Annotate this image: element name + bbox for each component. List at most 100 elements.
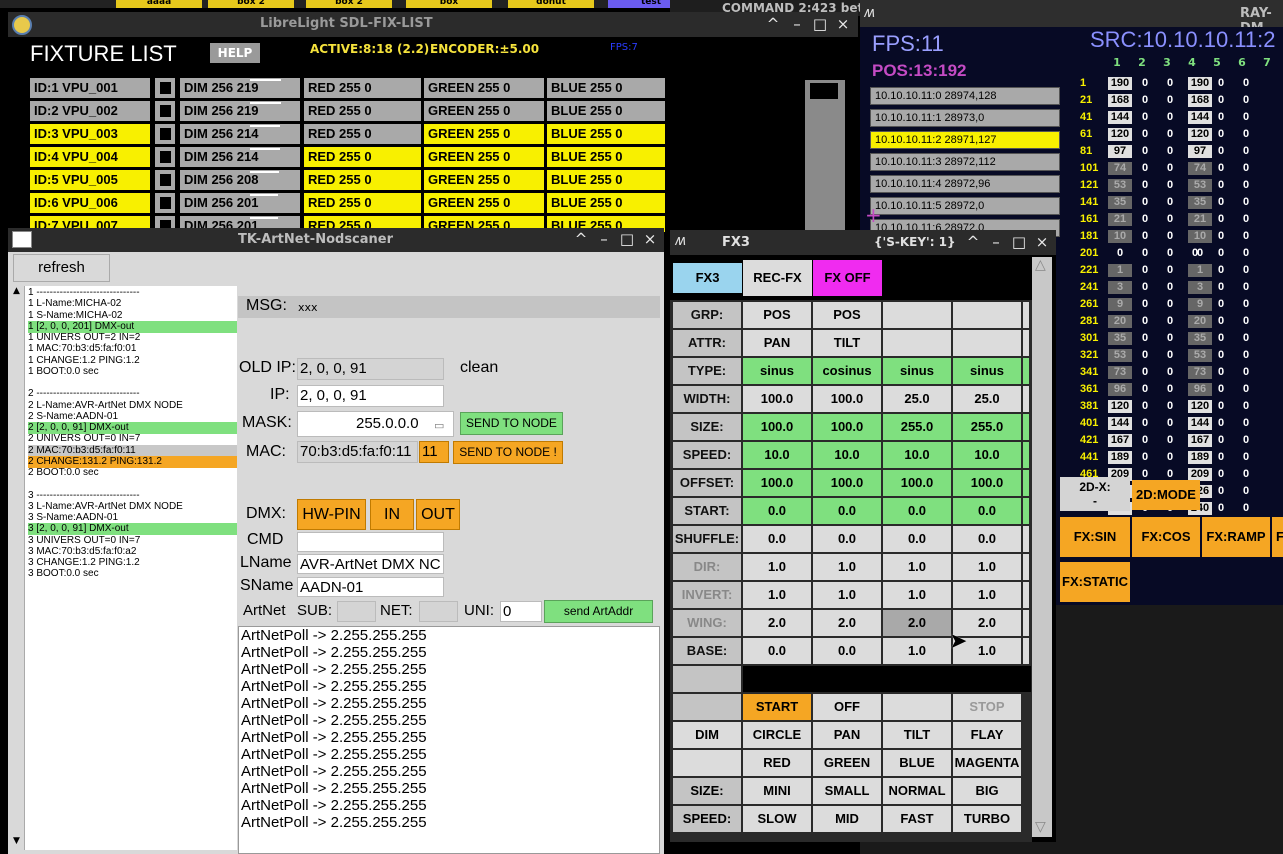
fx-param-cell[interactable]: 100.0: [743, 470, 811, 496]
lname-field[interactable]: AVR-ArtNet DMX NC: [297, 554, 444, 574]
collapse-button[interactable]: ^: [964, 232, 982, 252]
fx-param-cell[interactable]: 1.0: [813, 582, 881, 608]
node-item[interactable]: 10.10.10.11:2 28971,127: [870, 131, 1060, 149]
top-tab[interactable]: aaaa: [116, 0, 202, 8]
green-cell[interactable]: GREEN 255 0: [424, 124, 544, 144]
fx-param-cell[interactable]: 2.0: [743, 610, 811, 636]
dim-cell[interactable]: DIM 256 214: [180, 124, 300, 144]
fx-param-cell[interactable]: [883, 330, 951, 356]
select-box[interactable]: [155, 170, 175, 190]
mask-select[interactable]: 255.0.0.0 ▭: [297, 411, 454, 437]
fx-param-cell[interactable]: 100.0: [813, 386, 881, 412]
fixture-id[interactable]: ID:5 VPU_005: [30, 170, 150, 190]
nodscaner-titlebar[interactable]: TK-ArtNet-Nodscaner ^ – □ ×: [8, 228, 664, 252]
fx-param-cell[interactable]: 0.0: [953, 526, 1021, 552]
fx-shape-button[interactable]: PAN: [813, 722, 881, 748]
fixture-scrollbar[interactable]: [805, 80, 845, 232]
refresh-button[interactable]: refresh: [13, 254, 110, 282]
dim-cell[interactable]: DIM 256 214: [180, 147, 300, 167]
scroll-thumb[interactable]: [810, 83, 838, 99]
scroll-down-icon[interactable]: ▽: [1035, 819, 1046, 835]
fx-size-button[interactable]: NORMAL: [883, 778, 951, 804]
fx-param-cell[interactable]: [953, 302, 1021, 328]
fx-shape-button[interactable]: CIRCLE: [743, 722, 811, 748]
fx-param-cell[interactable]: 25.0: [953, 386, 1021, 412]
fx-param-cell[interactable]: 2.0: [883, 610, 951, 636]
fx-speed-button[interactable]: TURBO: [953, 806, 1021, 832]
node-item[interactable]: 10.10.10.11:5 28972,0: [870, 197, 1060, 215]
mac-field[interactable]: 70:b3:d5:fa:f0:11: [297, 441, 418, 463]
top-tab[interactable]: box 2: [306, 0, 392, 8]
maximize-button[interactable]: □: [618, 229, 636, 249]
fx-off-button[interactable]: OFF: [813, 694, 881, 720]
fx3-scrollbar[interactable]: △ ▽: [1032, 257, 1052, 837]
fx-param-cell[interactable]: [953, 330, 1021, 356]
fx-param-cell[interactable]: sinus: [883, 358, 951, 384]
dim-cell[interactable]: DIM 256 219: [180, 101, 300, 121]
fx-param-cell[interactable]: 1.0: [883, 554, 951, 580]
fx-param-cell[interactable]: 0.0: [883, 498, 951, 524]
fx-param-cell[interactable]: 1.0: [743, 582, 811, 608]
fx-param-cell[interactable]: 100.0: [743, 414, 811, 440]
blue-cell[interactable]: BLUE 255 0: [547, 78, 665, 98]
artnet-poll-log[interactable]: ArtNetPoll -> 2.255.255.255 ArtNetPoll ->…: [238, 626, 660, 854]
select-box[interactable]: [155, 101, 175, 121]
select-box[interactable]: [155, 193, 175, 213]
fx-param-cell[interactable]: 0.0: [953, 498, 1021, 524]
tab-fx-off[interactable]: FX OFF: [813, 260, 882, 296]
red-cell[interactable]: RED 255 0: [304, 78, 421, 98]
fx-param-cell[interactable]: 255.0: [883, 414, 951, 440]
uni-field[interactable]: 0: [500, 601, 542, 622]
select-box[interactable]: [155, 124, 175, 144]
blue-cell[interactable]: BLUE 255 0: [547, 170, 665, 190]
fx-shape-button[interactable]: TILT: [883, 722, 951, 748]
scroll-up-icon[interactable]: △: [1035, 257, 1046, 273]
fx-color-button[interactable]: RED: [743, 750, 811, 776]
node-item[interactable]: 10.10.10.11:0 28974,128: [870, 87, 1060, 105]
red-cell[interactable]: RED 255 0: [304, 147, 421, 167]
node-item[interactable]: 10.10.10.11:3 28972,112: [870, 153, 1060, 171]
fx-param-cell[interactable]: sinus: [743, 358, 811, 384]
fx-param-cell[interactable]: 100.0: [743, 386, 811, 412]
fx-param-cell[interactable]: POS: [743, 302, 811, 328]
fx-param-cell[interactable]: 0.0: [883, 526, 951, 552]
fx-param-cell[interactable]: cosinus: [813, 358, 881, 384]
green-cell[interactable]: GREEN 255 0: [424, 101, 544, 121]
node-info-list[interactable]: 1 ------------------------------- 1 L-Nam…: [25, 286, 237, 850]
fixture-id[interactable]: ID:3 VPU_003: [30, 124, 150, 144]
send-artaddr-button[interactable]: send ArtAddr: [544, 600, 653, 623]
mode-2d-button[interactable]: 2D:MODE: [1132, 480, 1200, 510]
fx-param-cell[interactable]: 1.0: [953, 582, 1021, 608]
red-cell[interactable]: RED 255 0: [304, 170, 421, 190]
fx-start-button[interactable]: START: [743, 694, 811, 720]
green-cell[interactable]: GREEN 255 0: [424, 170, 544, 190]
fx-param-cell[interactable]: 100.0: [953, 470, 1021, 496]
select-box[interactable]: [155, 78, 175, 98]
maximize-button[interactable]: □: [1010, 232, 1028, 252]
green-cell[interactable]: GREEN 255 0: [424, 193, 544, 213]
net-field[interactable]: [419, 601, 458, 622]
fx-param-cell[interactable]: 10.0: [813, 442, 881, 468]
blue-cell[interactable]: BLUE 255 0: [547, 101, 665, 121]
dim-cell[interactable]: DIM 256 219: [180, 78, 300, 98]
fx-param-cell[interactable]: 25.0: [883, 386, 951, 412]
fx-param-cell[interactable]: 1.0: [883, 638, 951, 664]
fx-preset-button[interactable]: FX:COS: [1132, 517, 1200, 557]
fx-param-cell[interactable]: 0.0: [813, 526, 881, 552]
fx-preset-button[interactable]: FX:STATIC: [1060, 562, 1130, 602]
fx-param-cell[interactable]: PAN: [743, 330, 811, 356]
fx-param-cell[interactable]: 1.0: [813, 554, 881, 580]
fx-param-cell[interactable]: 1.0: [883, 582, 951, 608]
fx-param-cell[interactable]: 2.0: [813, 610, 881, 636]
node-item[interactable]: 10.10.10.11:1 28973,0: [870, 109, 1060, 127]
fx-color-button[interactable]: BLUE: [883, 750, 951, 776]
fx-param-cell[interactable]: POS: [813, 302, 881, 328]
blue-cell[interactable]: BLUE 255 0: [547, 193, 665, 213]
node-list-scrollbar[interactable]: ▲ ▼: [11, 286, 25, 850]
fx-param-cell[interactable]: [883, 302, 951, 328]
fx-param-cell[interactable]: TILT: [813, 330, 881, 356]
fixture-id[interactable]: ID:4 VPU_004: [30, 147, 150, 167]
fx-preset-button[interactable]: FX:SIN: [1060, 517, 1130, 557]
dim-cell[interactable]: DIM 256 201: [180, 193, 300, 213]
raydmx-titlebar[interactable]: ʍ RAY-DM: [860, 0, 1283, 36]
